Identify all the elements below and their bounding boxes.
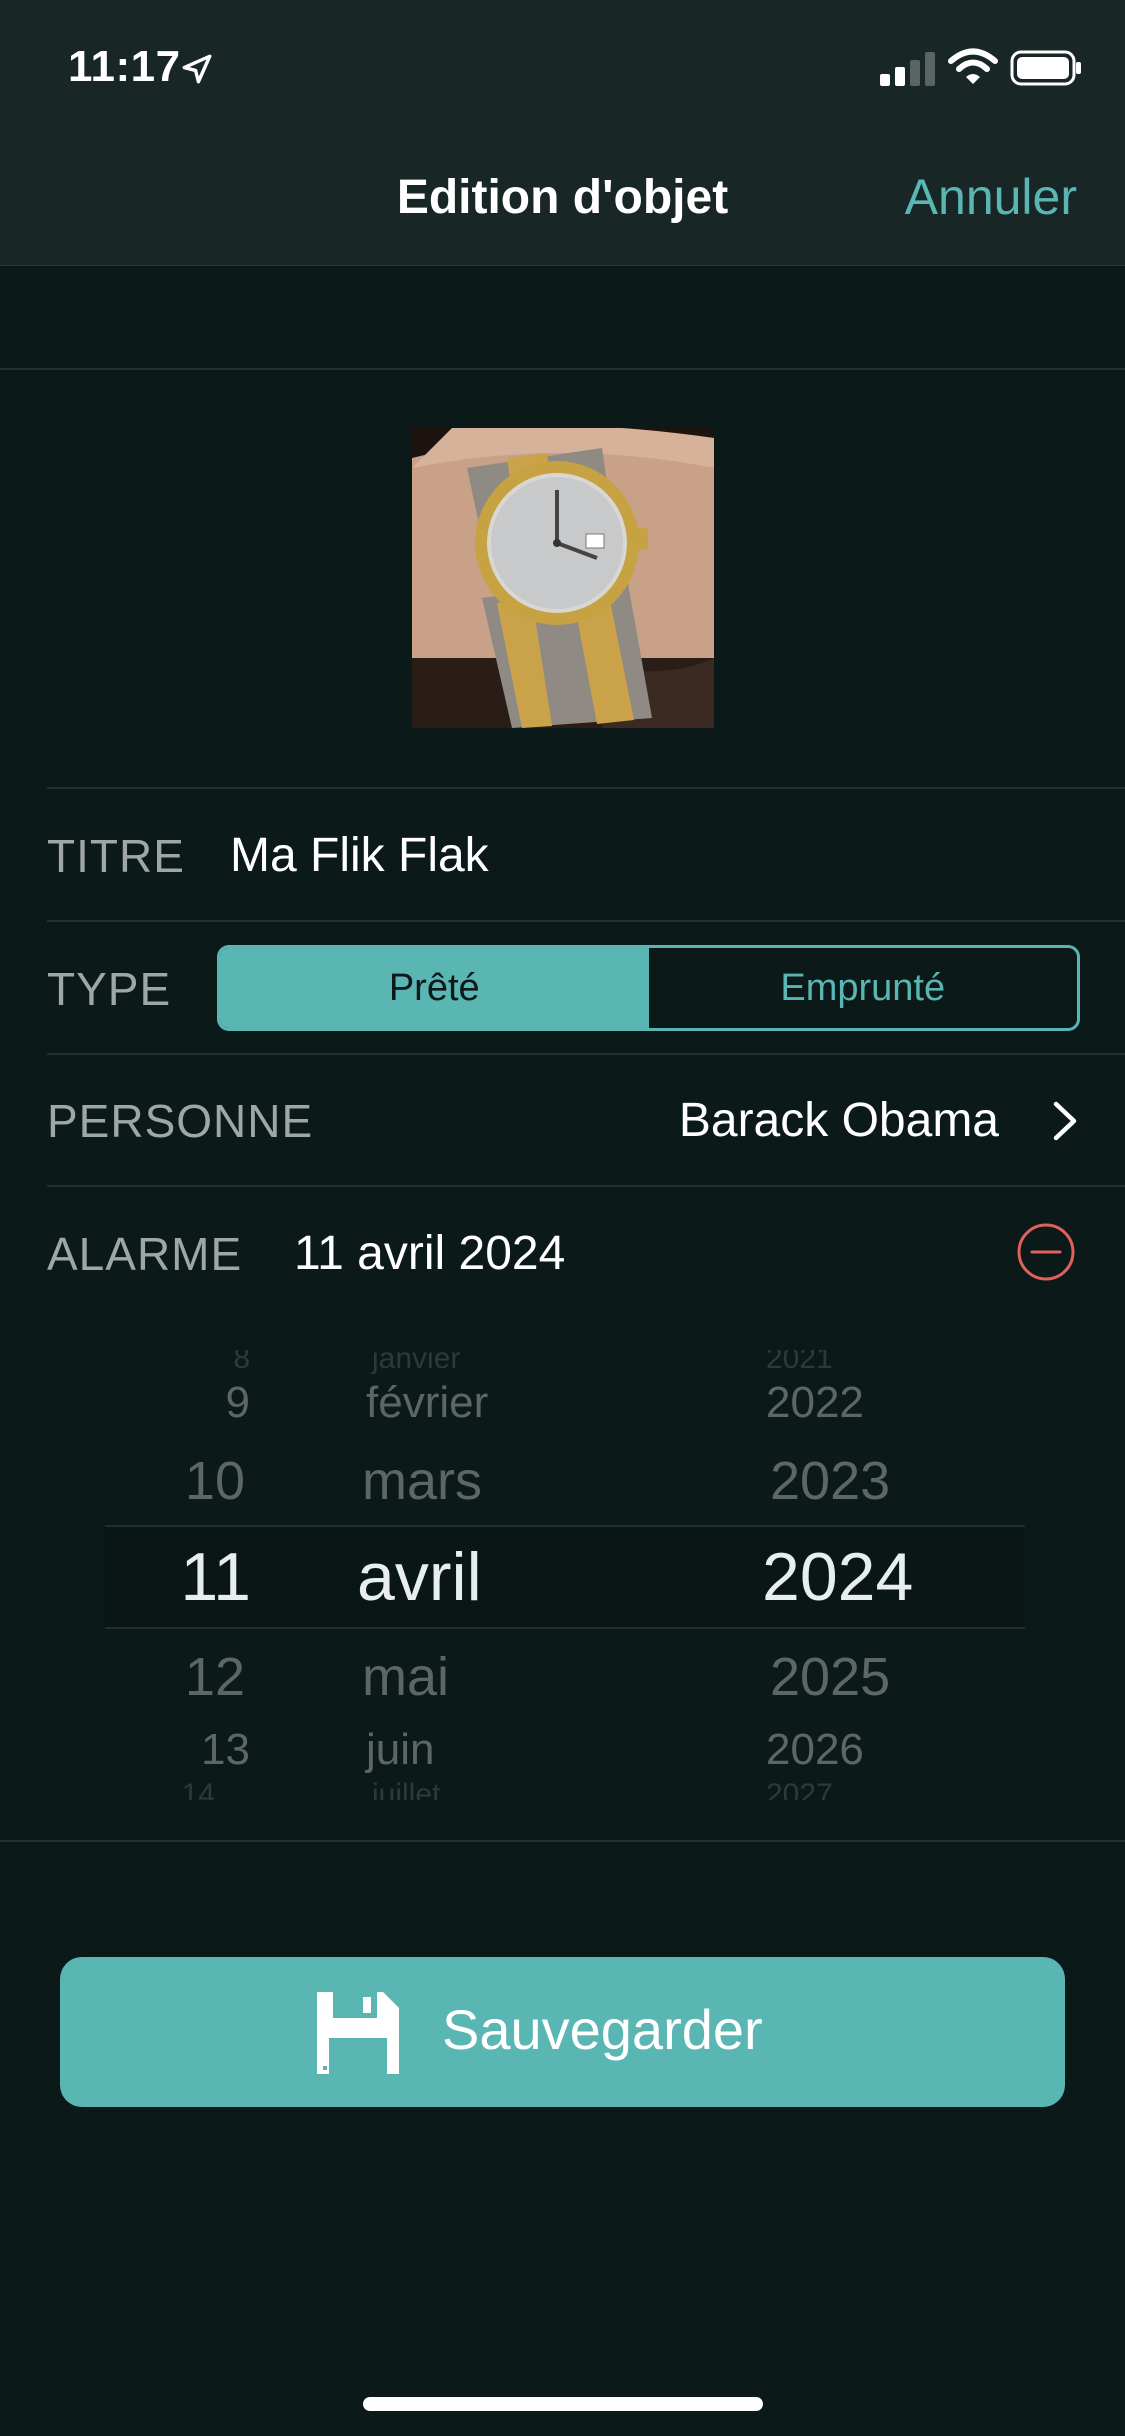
navigation-bar: Edition d'objet Annuler — [0, 130, 1125, 266]
picker-year[interactable]: 2025 — [770, 1646, 890, 1708]
picker-month[interactable]: juin — [366, 1725, 435, 1775]
row-divider — [47, 1053, 1125, 1055]
wifi-icon — [948, 48, 998, 84]
picker-year[interactable]: 2022 — [766, 1378, 864, 1428]
picker-day[interactable]: 9 — [226, 1378, 250, 1428]
object-photo[interactable] — [412, 428, 714, 728]
save-button[interactable]: Sauvegarder — [60, 1957, 1065, 2107]
alarm-date-value[interactable]: 11 avril 2024 — [294, 1226, 565, 1281]
watch-photo-image — [412, 428, 714, 728]
picker-month[interactable]: juillet — [372, 1778, 440, 1800]
cancel-button[interactable]: Annuler — [905, 168, 1077, 226]
section-divider — [0, 1840, 1125, 1842]
minus-circle-icon[interactable] — [1016, 1222, 1076, 1282]
picker-day[interactable]: 10 — [185, 1450, 245, 1512]
picker-year[interactable]: 2026 — [766, 1725, 864, 1775]
title-field[interactable]: Ma Flik Flak — [230, 828, 489, 883]
picker-month-selected[interactable]: avril — [357, 1538, 482, 1616]
picker-month[interactable]: janvier — [372, 1350, 460, 1376]
chevron-right-icon[interactable] — [1050, 1098, 1080, 1144]
picker-day[interactable]: 13 — [201, 1725, 250, 1775]
status-bar: 11:17 — [0, 0, 1125, 130]
person-label: PERSONNE — [47, 1095, 314, 1147]
type-segmented-control[interactable]: Prêté Emprunté — [217, 945, 1080, 1031]
type-label: TYPE — [47, 963, 172, 1015]
picker-month[interactable]: mars — [362, 1450, 482, 1512]
picker-year[interactable]: 2023 — [770, 1450, 890, 1512]
picker-month[interactable]: mai — [362, 1646, 449, 1708]
title-label: TITRE — [47, 830, 185, 882]
alarm-label: ALARME — [47, 1228, 243, 1280]
row-divider — [47, 787, 1125, 789]
picker-day[interactable]: 8 — [233, 1350, 250, 1376]
picker-day[interactable]: 12 — [185, 1646, 245, 1708]
location-arrow-icon — [182, 54, 212, 84]
picker-year[interactable]: 2021 — [766, 1350, 833, 1376]
picker-month[interactable]: février — [366, 1378, 488, 1428]
picker-year-selected[interactable]: 2024 — [762, 1538, 913, 1616]
save-button-label: Sauvegarder — [442, 1998, 763, 2061]
home-indicator — [363, 2397, 763, 2411]
status-time: 11:17 — [68, 42, 181, 91]
segment-emprunte[interactable]: Emprunté — [649, 948, 1078, 1028]
picker-day[interactable]: 14 — [182, 1778, 215, 1800]
section-divider — [0, 368, 1125, 370]
person-value[interactable]: Barack Obama — [679, 1093, 999, 1148]
floppy-disk-icon — [317, 1992, 399, 2074]
battery-icon — [1010, 50, 1081, 86]
row-divider — [47, 1185, 1125, 1187]
date-picker[interactable]: 8 9 10 11 12 13 14 janvier février mars … — [0, 1350, 1125, 1800]
segment-prete[interactable]: Prêté — [220, 948, 649, 1028]
signal-icon — [880, 52, 935, 86]
row-divider — [47, 920, 1125, 922]
picker-year[interactable]: 2027 — [766, 1778, 833, 1800]
picker-day-selected[interactable]: 11 — [180, 1538, 251, 1616]
